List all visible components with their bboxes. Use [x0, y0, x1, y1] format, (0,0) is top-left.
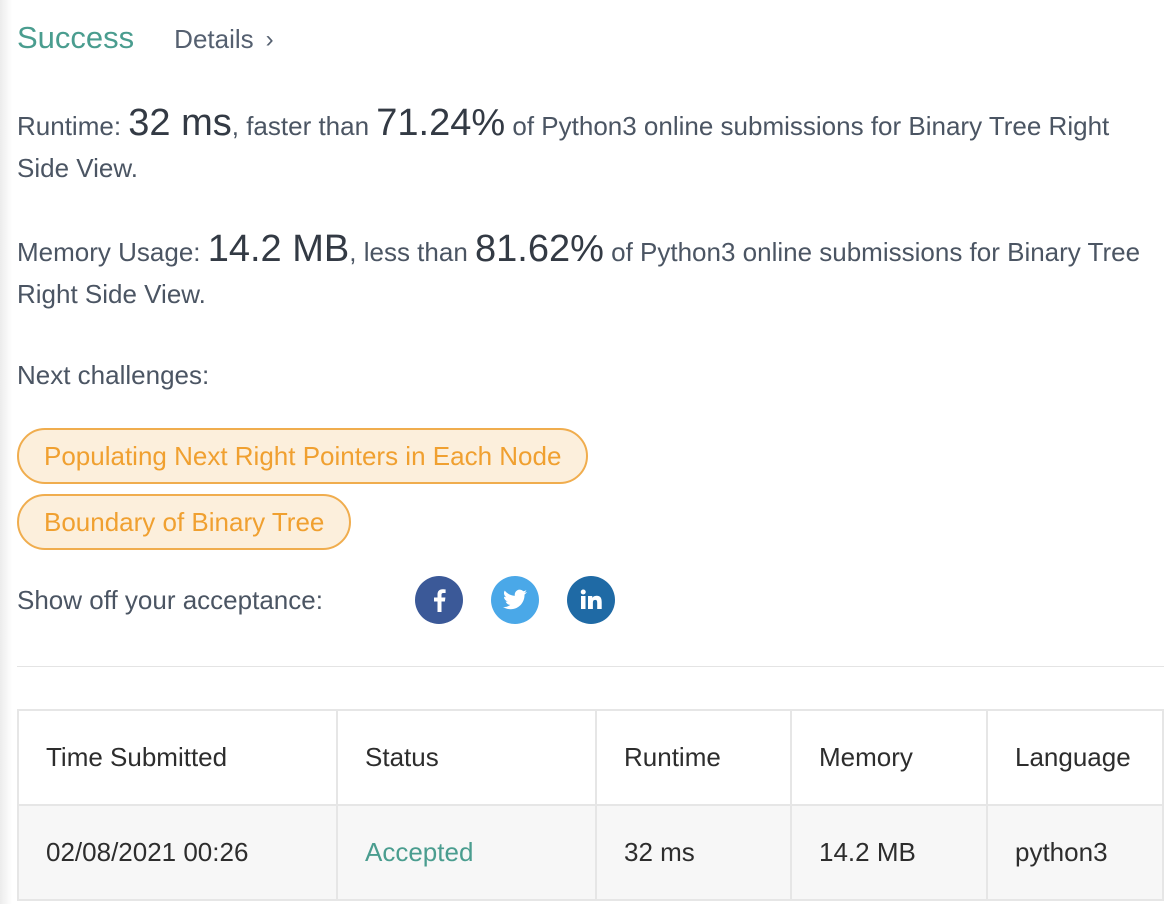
- left-edge-shade: [0, 0, 12, 904]
- column-header-status: Status: [336, 709, 597, 806]
- memory-summary: Memory Usage: 14.2 MB, less than 81.62% …: [17, 228, 1157, 315]
- runtime-value: 32 ms: [128, 102, 232, 144]
- share-row: Show off your acceptance:: [17, 576, 643, 624]
- challenge-chip[interactable]: Populating Next Right Pointers in Each N…: [17, 428, 589, 484]
- challenge-chip[interactable]: Boundary of Binary Tree: [17, 494, 352, 550]
- linkedin-icon[interactable]: [567, 576, 615, 624]
- next-challenges-label: Next challenges:: [17, 360, 210, 390]
- runtime-summary: Runtime: 32 ms, faster than 71.24% of Py…: [17, 102, 1157, 189]
- cell-runtime: 32 ms: [595, 804, 792, 901]
- column-header-time-submitted: Time Submitted: [17, 709, 338, 806]
- cell-status-link[interactable]: Accepted: [336, 804, 597, 901]
- facebook-icon[interactable]: [415, 576, 463, 624]
- cell-time-submitted: 02/08/2021 00:26: [17, 804, 338, 901]
- twitter-icon[interactable]: [491, 576, 539, 624]
- success-status: Success: [17, 20, 135, 55]
- share-label: Show off your acceptance:: [17, 584, 323, 615]
- runtime-label: Runtime:: [17, 111, 129, 141]
- cell-memory: 14.2 MB: [790, 804, 988, 901]
- runtime-comparison: , faster than: [231, 111, 377, 141]
- memory-percent: 81.62%: [475, 228, 604, 270]
- details-label: Details: [174, 24, 254, 54]
- column-header-language: Language: [986, 709, 1164, 806]
- memory-comparison: , less than: [349, 237, 475, 267]
- cell-language: python3: [986, 804, 1164, 901]
- column-header-runtime: Runtime: [595, 709, 792, 806]
- runtime-percent: 71.24%: [376, 102, 506, 144]
- chevron-right-icon: ›: [265, 25, 274, 53]
- details-link[interactable]: Details ›: [174, 24, 273, 55]
- memory-value: 14.2 MB: [207, 228, 350, 270]
- column-header-memory: Memory: [790, 709, 988, 806]
- table-row[interactable]: 02/08/2021 00:26 Accepted 32 ms 14.2 MB …: [17, 804, 1164, 901]
- result-header: Success Details ›: [17, 20, 274, 56]
- memory-label: Memory Usage:: [17, 237, 208, 267]
- submissions-table: Time Submitted Status Runtime Memory Lan…: [17, 709, 1164, 901]
- divider: [17, 666, 1164, 667]
- table-header-row: Time Submitted Status Runtime Memory Lan…: [17, 709, 1164, 806]
